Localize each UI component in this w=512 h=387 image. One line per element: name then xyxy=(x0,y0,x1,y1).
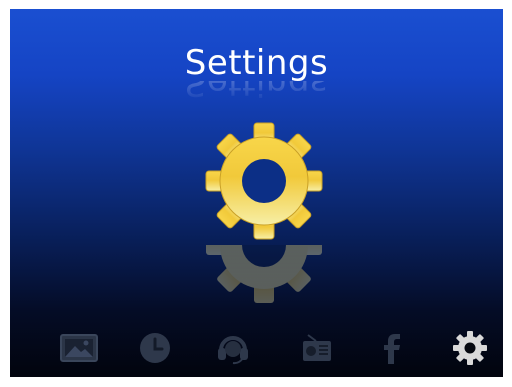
dock-item-settings[interactable] xyxy=(446,326,494,370)
page-title-reflection: Settings xyxy=(184,81,329,103)
dock-item-headset[interactable] xyxy=(209,326,257,370)
dock-item-image[interactable] xyxy=(55,326,103,370)
facebook-icon xyxy=(384,334,400,364)
radio-icon xyxy=(303,334,331,361)
gear-reflection xyxy=(200,245,328,305)
dock-item-clock[interactable] xyxy=(131,326,179,370)
image-icon xyxy=(60,334,98,362)
headset-icon xyxy=(218,336,248,365)
settings-screen: Settings Settings xyxy=(10,9,503,377)
clock-icon xyxy=(140,333,170,363)
dock-item-radio[interactable] xyxy=(293,326,341,370)
page-title: Settings xyxy=(184,43,329,83)
dock-item-facebook[interactable] xyxy=(368,326,416,370)
gear-icon[interactable] xyxy=(200,117,328,245)
bottom-dock xyxy=(10,322,503,377)
settings-gear-icon xyxy=(453,331,487,365)
